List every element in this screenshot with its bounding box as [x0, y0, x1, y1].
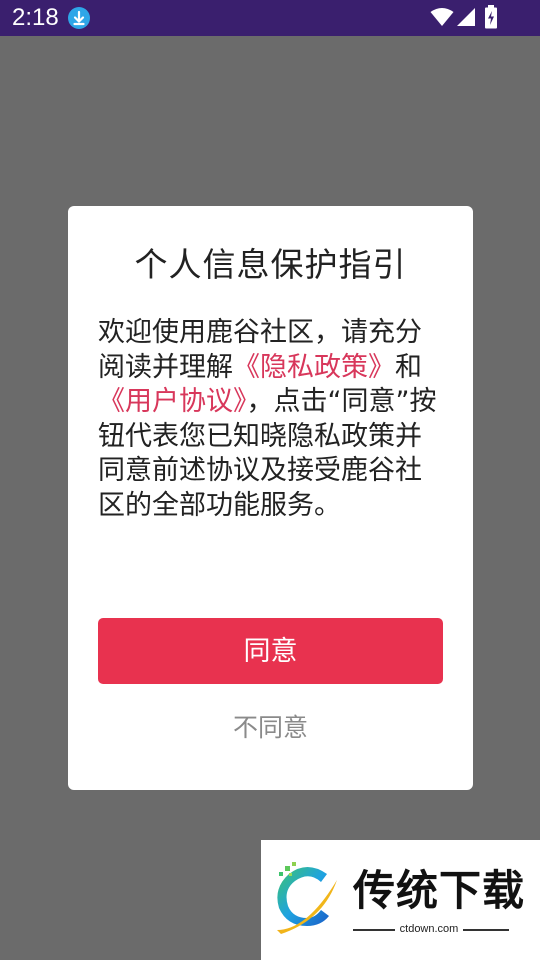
- watermark-badge: 传统下载 ctdown.com: [261, 840, 540, 960]
- watermark-name: 传统下载: [353, 866, 526, 915]
- battery-charging-icon: [484, 5, 498, 33]
- download-icon: [68, 7, 90, 29]
- dialog-body: 欢迎使用鹿谷社区，请充分阅读并理解《隐私政策》和《用户协议》，点击“同意”按钮代…: [98, 316, 443, 523]
- cell-signal-icon: [456, 7, 476, 31]
- disagree-button[interactable]: 不同意: [98, 706, 443, 750]
- watermark-divider-left: [353, 929, 395, 931]
- user-agreement-link[interactable]: 《用户协议》: [98, 386, 247, 417]
- privacy-policy-link[interactable]: 《隐私政策》: [233, 352, 395, 383]
- watermark-divider-right: [463, 929, 509, 931]
- agree-button[interactable]: 同意: [98, 618, 443, 684]
- dialog-title: 个人信息保护指引: [134, 245, 407, 284]
- status-bar: 2:18: [0, 0, 540, 36]
- ctdown-logo-icon: [267, 860, 345, 944]
- watermark-url: ctdown.com: [399, 923, 459, 935]
- wifi-icon: [430, 7, 454, 31]
- status-time: 2:18: [12, 4, 59, 31]
- body-text-and: 和: [395, 351, 422, 383]
- privacy-dialog: 个人信息保护指引 欢迎使用鹿谷社区，请充分阅读并理解《隐私政策》和《用户协议》，…: [68, 206, 473, 790]
